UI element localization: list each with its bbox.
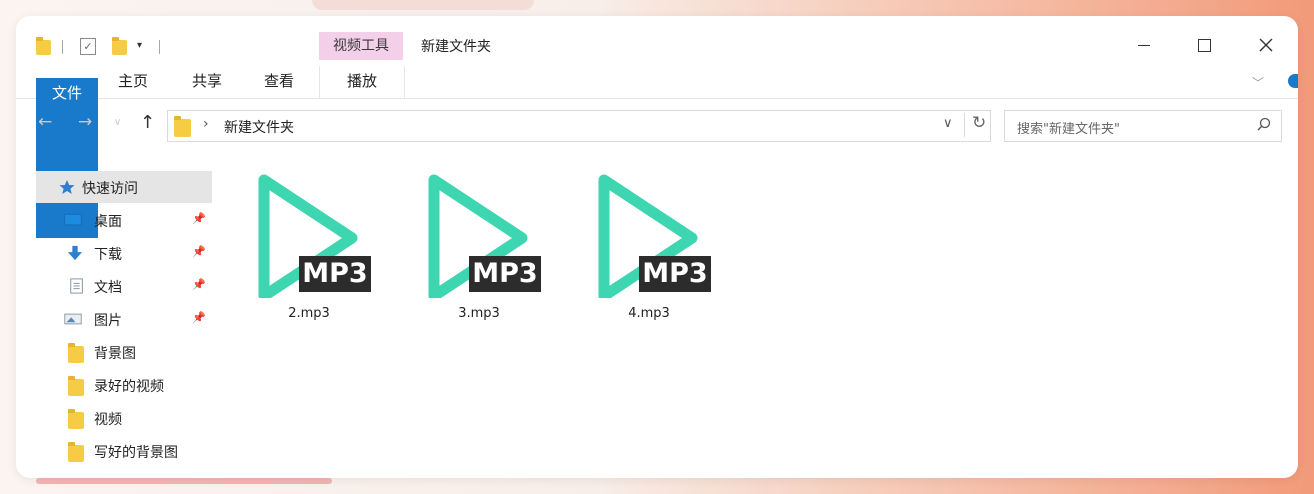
- address-bar[interactable]: › 新建文件夹 ∨ ↻: [167, 110, 991, 142]
- file-name: 3.mp3: [458, 306, 500, 321]
- file-item[interactable]: MP3 3.mp3: [404, 158, 554, 321]
- help-icon[interactable]: [1288, 74, 1298, 88]
- tab-home[interactable]: 主页: [108, 66, 158, 96]
- refresh-icon[interactable]: ↻: [964, 113, 986, 137]
- file-explorer-window: ✓ ▾ 视频工具 新建文件夹 文件 主页 共享 查看 播放 ﹀ ← → ∨ ↑ …: [16, 16, 1298, 478]
- tab-play[interactable]: 播放: [319, 66, 405, 98]
- sidebar-item-label: 文档: [94, 280, 122, 296]
- star-icon: [59, 180, 75, 194]
- sidebar-item-documents[interactable]: 文档 📌: [36, 270, 212, 302]
- sidebar-item-label: 背景图: [94, 346, 136, 362]
- pin-icon[interactable]: 📌: [192, 278, 206, 291]
- up-arrow-icon[interactable]: ↑: [140, 112, 155, 133]
- file-name: 2.mp3: [288, 306, 330, 321]
- navigation-pane: 快速访问 桌面 📌 下载 📌 文档 📌 图片 📌 背景图 录好的视频 视频 写好…: [36, 171, 212, 471]
- document-icon: [70, 278, 83, 294]
- close-button[interactable]: [1246, 30, 1286, 60]
- folder-icon: [68, 442, 84, 462]
- tab-view[interactable]: 查看: [254, 66, 304, 96]
- minimize-icon: [1138, 44, 1150, 46]
- search-input[interactable]: 搜索"新建文件夹": [1017, 118, 1120, 137]
- background-bottom-strip: [36, 478, 332, 484]
- video-tools-context-tab: 视频工具: [319, 32, 403, 60]
- title-bar: ✓ ▾ 视频工具 新建文件夹: [16, 16, 1298, 66]
- sidebar-item-folder[interactable]: 录好的视频: [36, 369, 212, 401]
- separator: [159, 40, 160, 54]
- sidebar-item-label: 快速访问: [82, 181, 138, 197]
- expand-ribbon-icon[interactable]: ﹀: [1252, 74, 1264, 91]
- breadcrumb-current[interactable]: 新建文件夹: [224, 117, 294, 137]
- file-item[interactable]: MP3 4.mp3: [574, 158, 724, 321]
- pin-icon[interactable]: 📌: [192, 245, 206, 258]
- properties-icon[interactable]: ✓: [80, 38, 96, 55]
- navigation-bar: ← → ∨ ↑ › 新建文件夹 ∨ ↻ 搜索"新建文件夹": [16, 108, 1298, 142]
- sidebar-item-desktop[interactable]: 桌面 📌: [36, 204, 212, 236]
- minimize-button[interactable]: [1124, 30, 1164, 60]
- sidebar-item-label: 录好的视频: [94, 379, 164, 395]
- sidebar-item-quick-access[interactable]: 快速访问: [36, 171, 212, 203]
- sidebar-item-downloads[interactable]: 下载 📌: [36, 237, 212, 269]
- desktop-icon: [64, 213, 82, 226]
- sidebar-item-folder[interactable]: 背景图: [36, 336, 212, 368]
- folder-icon[interactable]: [36, 37, 51, 55]
- folder-icon: [68, 409, 84, 429]
- pin-icon[interactable]: 📌: [192, 311, 206, 324]
- tab-share[interactable]: 共享: [182, 66, 232, 96]
- download-icon: [67, 245, 83, 261]
- picture-icon: [64, 313, 82, 325]
- customize-dropdown-icon[interactable]: ▾: [137, 40, 142, 51]
- folder-icon: [68, 376, 84, 396]
- pin-icon[interactable]: 📌: [192, 212, 206, 225]
- folder-icon: [174, 116, 191, 137]
- close-icon: [1259, 38, 1273, 52]
- search-box[interactable]: 搜索"新建文件夹": [1004, 110, 1282, 142]
- mp3-badge: MP3: [299, 256, 371, 292]
- sidebar-item-label: 图片: [94, 313, 122, 329]
- recent-locations-icon[interactable]: ∨: [114, 117, 121, 128]
- background-top-tab: [312, 0, 534, 10]
- sidebar-item-label: 写好的背景图: [94, 445, 178, 461]
- file-item[interactable]: MP3 2.mp3: [234, 158, 384, 321]
- breadcrumb-chevron-icon[interactable]: ›: [203, 116, 209, 132]
- sidebar-item-label: 下载: [94, 247, 122, 263]
- sidebar-item-label: 视频: [94, 412, 122, 428]
- maximize-icon: [1197, 38, 1211, 52]
- new-folder-icon[interactable]: [112, 37, 127, 55]
- ribbon-tabs: 文件 主页 共享 查看 播放 ﹀: [16, 66, 1298, 238]
- sidebar-item-folder[interactable]: 视频: [36, 402, 212, 434]
- folder-icon: [68, 343, 84, 363]
- search-icon: [1257, 117, 1271, 131]
- sidebar-item-label: 桌面: [94, 214, 122, 230]
- maximize-button[interactable]: [1184, 30, 1224, 60]
- address-dropdown-icon[interactable]: ∨: [943, 116, 953, 131]
- separator: [62, 40, 63, 54]
- sidebar-item-pictures[interactable]: 图片 📌: [36, 303, 212, 335]
- window-title: 新建文件夹: [421, 39, 491, 55]
- file-list: MP3 2.mp3 MP3 3.mp3 MP3 4.mp3: [216, 146, 1276, 466]
- file-name: 4.mp3: [628, 306, 670, 321]
- sidebar-item-folder[interactable]: 写好的背景图: [36, 435, 212, 467]
- back-arrow-icon[interactable]: ←: [38, 112, 52, 132]
- mp3-badge: MP3: [469, 256, 541, 292]
- mp3-badge: MP3: [639, 256, 711, 292]
- forward-arrow-icon[interactable]: →: [78, 112, 92, 132]
